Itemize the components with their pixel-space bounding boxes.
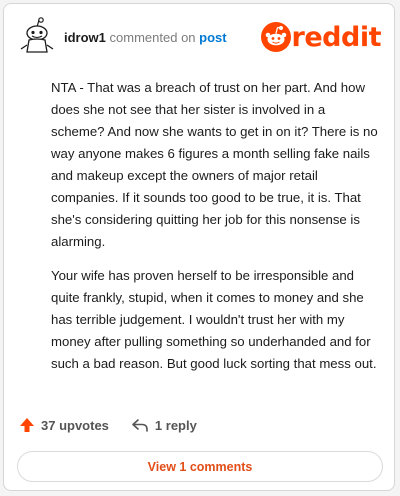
post-link[interactable]: post bbox=[199, 30, 226, 45]
commented-on-label: commented on bbox=[109, 30, 196, 45]
comment-paragraph: Your wife has proven herself to be irres… bbox=[51, 268, 377, 371]
reply-arrow-icon[interactable] bbox=[131, 418, 149, 432]
reddit-wordmark: reddit bbox=[291, 21, 382, 53]
comment-body: NTA - That was a breach of trust on her … bbox=[51, 77, 381, 387]
comment-actions: 37 upvotes 1 reply bbox=[19, 414, 197, 436]
reddit-snoo-logo-icon bbox=[260, 22, 291, 52]
username[interactable]: idrow1 bbox=[64, 30, 106, 45]
view-comments-button[interactable]: View 1 comments bbox=[17, 451, 383, 482]
reply-count[interactable]: 1 reply bbox=[155, 418, 197, 433]
comment-meta: idrow1 commented on post bbox=[64, 30, 227, 45]
comment-header: idrow1 commented on post reddit bbox=[17, 16, 382, 56]
reddit-logo[interactable]: reddit bbox=[260, 21, 382, 53]
comment-paragraph: NTA - That was a breach of trust on her … bbox=[51, 80, 378, 249]
upvote-arrow-icon[interactable] bbox=[19, 417, 35, 433]
comment-card: idrow1 commented on post reddit NTA - Th… bbox=[3, 3, 395, 491]
upvote-count[interactable]: 37 upvotes bbox=[41, 418, 109, 433]
snoo-avatar-icon[interactable] bbox=[17, 16, 57, 56]
